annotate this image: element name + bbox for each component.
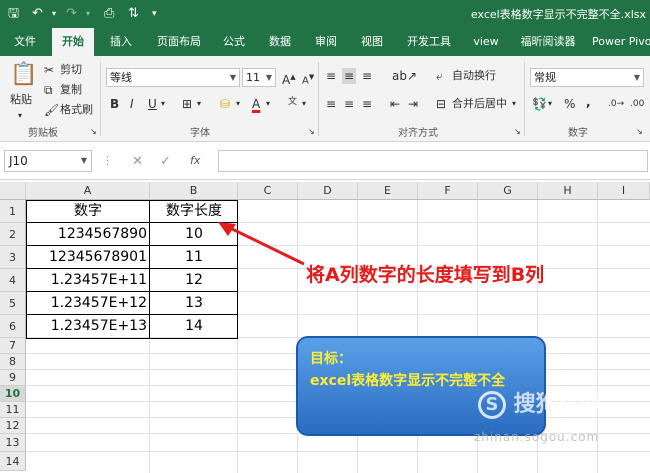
watermark-logo: S 搜狗指南: [478, 386, 602, 419]
sogou-logo-icon: S: [478, 391, 506, 419]
goal-title: 目标：: [310, 351, 352, 367]
watermark-brand: 搜狗指南: [513, 392, 602, 417]
annotation-text: 将A列数字的长度填写到B列: [306, 264, 545, 286]
watermark-url: zhinan.sogou.com: [474, 430, 600, 444]
